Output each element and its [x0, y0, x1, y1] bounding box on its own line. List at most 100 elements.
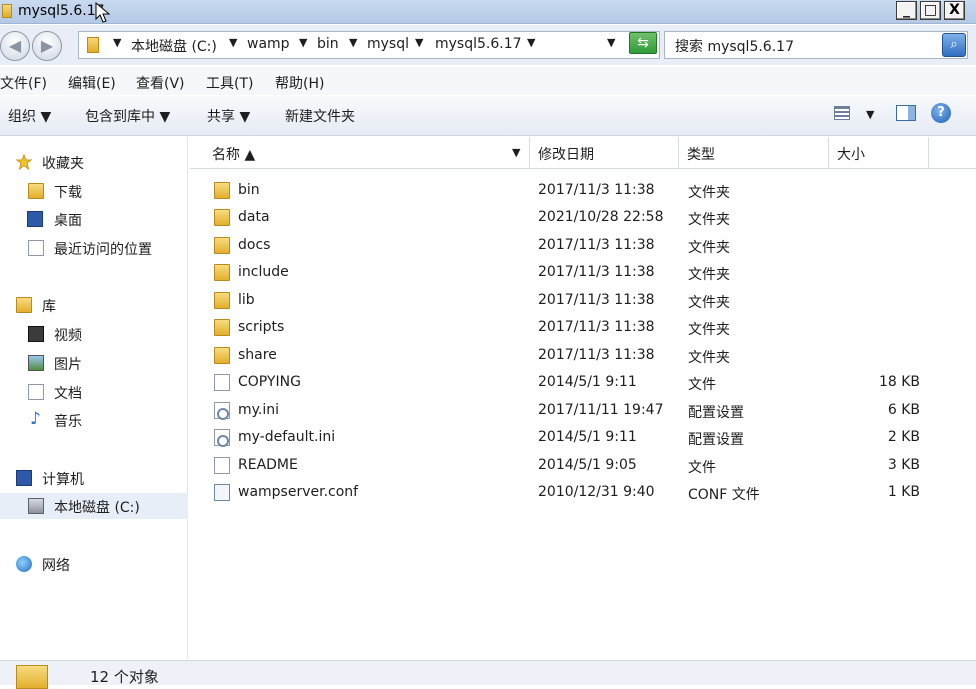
file-type: 文件夹 — [688, 322, 730, 338]
folder-icon — [16, 665, 48, 689]
search-input[interactable]: 搜索 mysql5.6.17 ⌕ — [664, 31, 968, 59]
nav-label: 音乐 — [54, 414, 82, 430]
table-row[interactable]: my.ini 2017/11/11 19:47 配置设置 6 KB — [190, 397, 976, 424]
nav-music[interactable]: ♪ 音乐 — [0, 407, 188, 433]
chevron-down-icon[interactable]: ▼ — [512, 146, 520, 159]
breadcrumb-mysql[interactable]: mysql — [367, 36, 409, 52]
nav-network[interactable]: 网络 — [0, 551, 188, 577]
nav-videos[interactable]: 视频 — [0, 321, 188, 347]
nav-libraries[interactable]: 库 — [0, 292, 188, 318]
file-date: 2010/12/31 9:40 — [538, 484, 655, 500]
breadcrumb-bin[interactable]: bin — [317, 36, 339, 52]
folder-icon — [214, 209, 230, 226]
nav-label: 计算机 — [42, 472, 84, 488]
table-row[interactable]: share 2017/11/3 11:38 文件夹 — [190, 342, 976, 369]
file-date: 2014/5/1 9:11 — [538, 429, 637, 445]
minimize-button[interactable]: _ — [896, 1, 917, 20]
address-bar[interactable]: ▼ 本地磁盘 (C:) ▼ wamp ▼ bin ▼ mysql ▼ mysql… — [78, 31, 660, 59]
table-row[interactable]: data 2021/10/28 22:58 文件夹 — [190, 204, 976, 231]
table-row[interactable]: COPYING 2014/5/1 9:11 文件 18 KB — [190, 369, 976, 396]
preview-pane-icon[interactable] — [896, 105, 916, 121]
file-name: wampserver.conf — [238, 484, 359, 500]
file-type: 文件夹 — [688, 212, 730, 228]
nav-label: 网络 — [42, 558, 70, 574]
file-type: 文件夹 — [688, 267, 730, 283]
search-icon[interactable]: ⌕ — [942, 33, 966, 57]
mouse-cursor-icon — [95, 2, 111, 23]
nav-desktop[interactable]: 桌面 — [0, 206, 188, 232]
chevron-down-icon[interactable]: ▼ — [415, 36, 423, 49]
table-row[interactable]: include 2017/11/3 11:38 文件夹 — [190, 259, 976, 286]
maximize-button[interactable]: □ — [920, 1, 941, 20]
back-button[interactable]: ◀ — [0, 31, 30, 61]
view-options-icon[interactable] — [834, 106, 850, 120]
nav-label: 下载 — [54, 185, 82, 201]
file-date: 2021/10/28 22:58 — [538, 209, 664, 225]
chevron-down-icon[interactable]: ▼ — [866, 108, 874, 121]
column-name[interactable]: 名称 ▲ ▼ — [190, 137, 530, 169]
table-row[interactable]: bin 2017/11/3 11:38 文件夹 — [190, 177, 976, 204]
column-size[interactable]: 大小 — [829, 137, 929, 169]
nav-label: 图片 — [54, 357, 82, 373]
nav-pictures[interactable]: 图片 — [0, 350, 188, 376]
file-name: my.ini — [238, 402, 280, 418]
menu-view[interactable]: 查看(V) — [136, 73, 185, 93]
column-name-label: 名称 ▲ — [212, 147, 256, 163]
folder-icon — [214, 292, 230, 309]
nav-local-disk[interactable]: 本地磁盘 (C:) — [0, 493, 188, 519]
file-size: 18 KB — [878, 374, 920, 390]
settings-file-icon — [214, 429, 230, 447]
include-library-button[interactable]: 包含到库中 ▼ — [85, 106, 170, 126]
file-name: bin — [238, 182, 260, 198]
breadcrumb-mysql5617[interactable]: mysql5.6.17 — [435, 36, 522, 52]
menu-tools[interactable]: 工具(T) — [206, 73, 253, 93]
table-row[interactable]: lib 2017/11/3 11:38 文件夹 — [190, 287, 976, 314]
window-title: mysql5.6.17 — [18, 3, 105, 19]
status-bar: 12 个对象 — [0, 660, 976, 689]
title-bar[interactable]: mysql5.6.17 _ □ X — [0, 0, 976, 24]
file-date: 2017/11/3 11:38 — [538, 347, 655, 363]
chevron-down-icon[interactable]: ▼ — [527, 36, 535, 49]
close-button[interactable]: X — [944, 1, 965, 20]
chevron-down-icon[interactable]: ▼ — [349, 36, 357, 49]
file-date: 2014/5/1 9:11 — [538, 374, 637, 390]
file-date: 2017/11/3 11:38 — [538, 264, 655, 280]
nav-documents[interactable]: 文档 — [0, 379, 188, 405]
column-header: 名称 ▲ ▼ 修改日期 类型 大小 — [190, 137, 976, 169]
chevron-down-icon[interactable]: ▼ — [299, 36, 307, 49]
file-type: 配置设置 — [688, 405, 744, 421]
menu-file[interactable]: 文件(F) — [0, 73, 47, 93]
file-size: 1 KB — [887, 484, 920, 500]
file-icon — [214, 374, 230, 391]
help-icon[interactable]: ? — [931, 103, 951, 123]
table-row[interactable]: my-default.ini 2014/5/1 9:11 配置设置 2 KB — [190, 424, 976, 451]
forward-button[interactable]: ▶ — [32, 31, 62, 61]
refresh-button[interactable]: ⇆ — [629, 32, 657, 54]
folder-icon — [214, 319, 230, 336]
library-icon — [16, 297, 32, 313]
organize-button[interactable]: 组织 ▼ — [8, 106, 51, 126]
breadcrumb-local-disk[interactable]: 本地磁盘 (C:) — [131, 36, 217, 56]
new-folder-button[interactable]: 新建文件夹 — [285, 106, 355, 126]
column-type-label: 类型 — [687, 147, 715, 163]
menu-edit[interactable]: 编辑(E) — [68, 73, 116, 93]
table-row[interactable]: wampserver.conf 2010/12/31 9:40 CONF 文件 … — [190, 479, 976, 506]
chevron-down-icon[interactable]: ▼ — [229, 36, 237, 49]
menu-help[interactable]: 帮助(H) — [275, 73, 324, 93]
nav-favorites[interactable]: 收藏夹 — [0, 149, 188, 175]
nav-computer[interactable]: 计算机 — [0, 465, 188, 491]
breadcrumb-wamp[interactable]: wamp — [247, 36, 290, 52]
settings-file-icon — [214, 402, 230, 420]
file-type: 文件夹 — [688, 295, 730, 311]
nav-recent[interactable]: 最近访问的位置 — [0, 235, 188, 261]
column-date[interactable]: 修改日期 — [530, 137, 679, 169]
chevron-down-icon[interactable]: ▼ — [113, 36, 121, 49]
folder-icon — [214, 347, 230, 364]
nav-downloads[interactable]: 下载 — [0, 178, 188, 204]
share-button[interactable]: 共享 ▼ — [207, 106, 250, 126]
table-row[interactable]: docs 2017/11/3 11:38 文件夹 — [190, 232, 976, 259]
table-row[interactable]: README 2014/5/1 9:05 文件 3 KB — [190, 452, 976, 479]
address-history-icon[interactable]: ▼ — [607, 36, 615, 49]
column-type[interactable]: 类型 — [679, 137, 829, 169]
table-row[interactable]: scripts 2017/11/3 11:38 文件夹 — [190, 314, 976, 341]
